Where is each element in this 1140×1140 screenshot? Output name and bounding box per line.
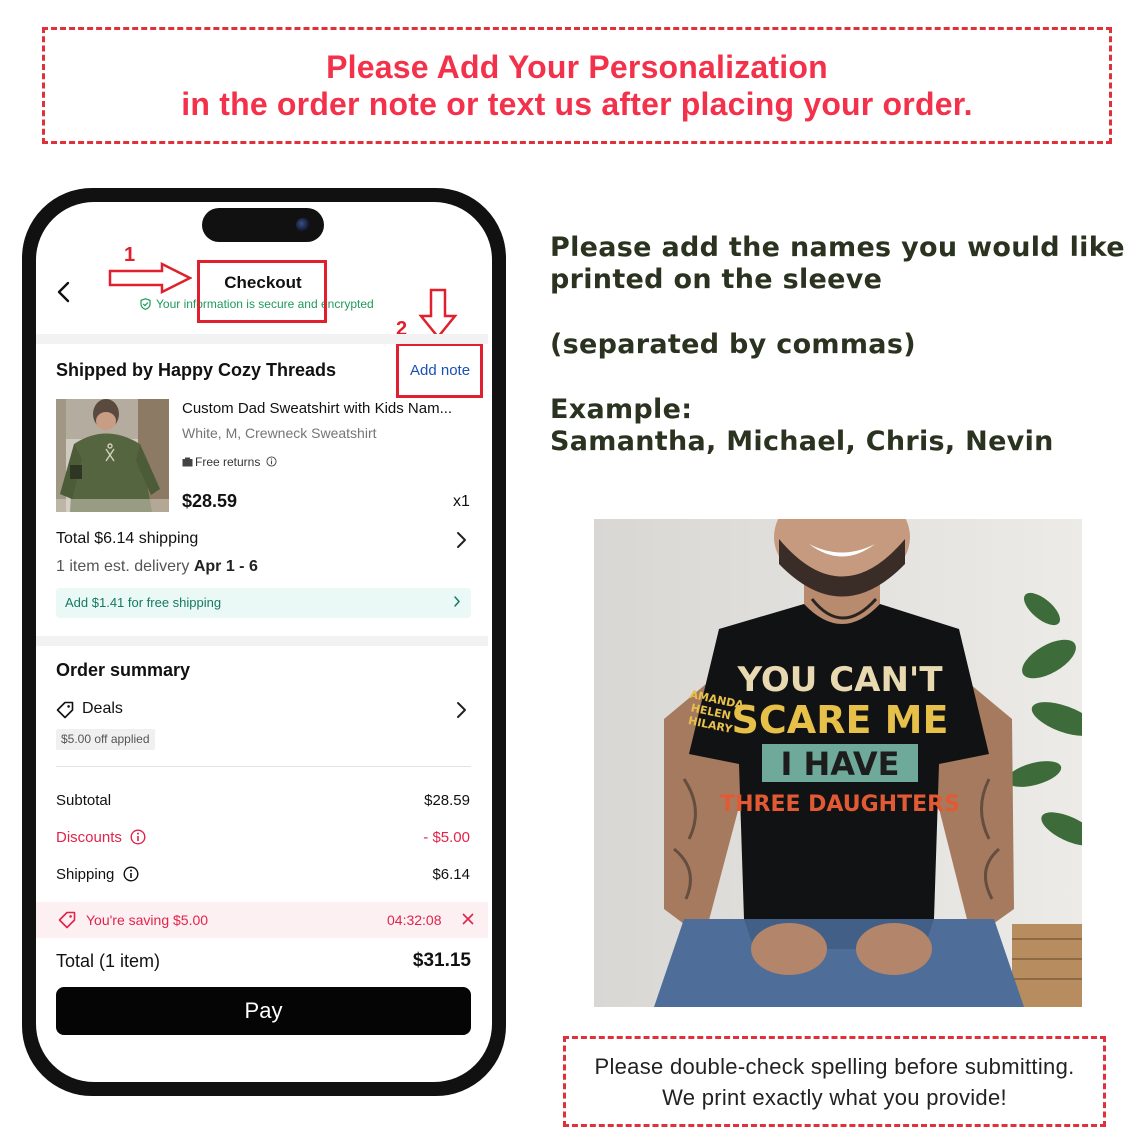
- example-label: Example:: [550, 394, 693, 425]
- free-shipping-text: Add $1.41 for free shipping: [65, 595, 222, 610]
- discounts-row-label: Discounts: [56, 829, 146, 846]
- info-icon[interactable]: [123, 866, 139, 882]
- free-returns-label: Free returns: [195, 455, 261, 469]
- product-image: [56, 399, 169, 512]
- instruction-line-1: Please add the names you would like: [550, 232, 1125, 263]
- shipping-label: Shipping: [56, 866, 115, 883]
- savings-text: You're saving $5.00: [86, 912, 209, 928]
- add-note-link[interactable]: Add note: [410, 362, 470, 379]
- deals-badge: $5.00 off applied: [56, 729, 155, 750]
- instruction-line-3: (separated by commas): [550, 329, 916, 360]
- shirt-line-1: YOU CAN'T: [736, 660, 943, 700]
- arrow-right-icon: [108, 262, 192, 294]
- close-icon[interactable]: [462, 913, 474, 925]
- example-names: Samantha, Michael, Chris, Nevin: [550, 426, 1054, 457]
- total-label: Total (1 item): [56, 951, 161, 971]
- product-photo: YOU CAN'T SCARE ME I HAVE THREE DAUGHTER…: [594, 519, 1082, 1007]
- delivery-estimate: 1 item est. delivery Apr 1 - 6: [56, 558, 258, 576]
- shirt-line-3: I HAVE: [780, 745, 899, 783]
- shirt-line-2: SCARE ME: [732, 698, 949, 742]
- product-variant: White, M, Crewneck Sweatshirt: [182, 425, 377, 441]
- total-value: $31.15: [412, 950, 471, 971]
- camera-icon: [296, 218, 310, 232]
- pay-button[interactable]: Pay: [56, 987, 471, 1035]
- personalization-banner: Please Add Your Personalization in the o…: [42, 27, 1112, 144]
- checkout-highlight-box: [197, 260, 327, 323]
- tag-icon: [58, 911, 76, 929]
- seller-name: Shipped by Happy Cozy Threads: [56, 360, 337, 380]
- instructions: Please add the names you would like prin…: [550, 232, 1130, 458]
- chevron-right-icon[interactable]: [455, 531, 467, 549]
- note-line-1: Please double-check spelling before subm…: [594, 1054, 1075, 1079]
- discounts-label: Discounts: [56, 829, 122, 846]
- tag-icon: [56, 701, 74, 719]
- section-divider: [36, 636, 488, 646]
- chevron-right-icon[interactable]: [455, 701, 467, 719]
- shirt-line-4: THREE DAUGHTERS: [720, 792, 960, 817]
- info-icon[interactable]: [266, 456, 277, 467]
- shipping-total[interactable]: Total $6.14 shipping: [56, 530, 198, 548]
- subtotal-label: Subtotal: [56, 792, 112, 809]
- product-quantity: x1: [453, 493, 470, 510]
- product-price: $28.59: [182, 491, 238, 511]
- phone-notch: [202, 208, 324, 242]
- banner-line-1: Please Add Your Personalization: [326, 49, 828, 85]
- info-icon[interactable]: [130, 829, 146, 845]
- delivery-dates: Apr 1 - 6: [193, 558, 258, 575]
- shield-icon: [140, 298, 151, 310]
- chevron-right-icon: [454, 596, 460, 607]
- banner-line-2: in the order note or text us after placi…: [181, 86, 973, 122]
- shipping-row-label: Shipping: [56, 866, 139, 883]
- spelling-note: Please double-check spelling before subm…: [563, 1036, 1106, 1127]
- back-chevron-icon[interactable]: [54, 280, 74, 304]
- deals-label[interactable]: Deals: [82, 700, 123, 718]
- divider: [56, 766, 471, 767]
- note-line-2: We print exactly what you provide!: [662, 1085, 1007, 1110]
- savings-timer: 04:32:08: [387, 912, 442, 928]
- subtotal-value: $28.59: [424, 792, 470, 809]
- discounts-value: - $5.00: [423, 829, 470, 846]
- instruction-line-2: printed on the sleeve: [550, 264, 883, 295]
- section-divider: [36, 334, 488, 344]
- tshirt-model-image: YOU CAN'T SCARE ME I HAVE THREE DAUGHTER…: [594, 519, 1082, 1007]
- arrow-down-icon: [418, 288, 458, 339]
- package-icon: [182, 457, 193, 467]
- sweatshirt-image: [56, 399, 169, 512]
- shipping-value: $6.14: [432, 866, 470, 883]
- delivery-prefix: 1 item est. delivery: [56, 558, 194, 575]
- free-returns: Free returns: [182, 455, 277, 469]
- order-summary-title: Order summary: [56, 660, 191, 680]
- product-title[interactable]: Custom Dad Sweatshirt with Kids Nam...: [182, 400, 472, 417]
